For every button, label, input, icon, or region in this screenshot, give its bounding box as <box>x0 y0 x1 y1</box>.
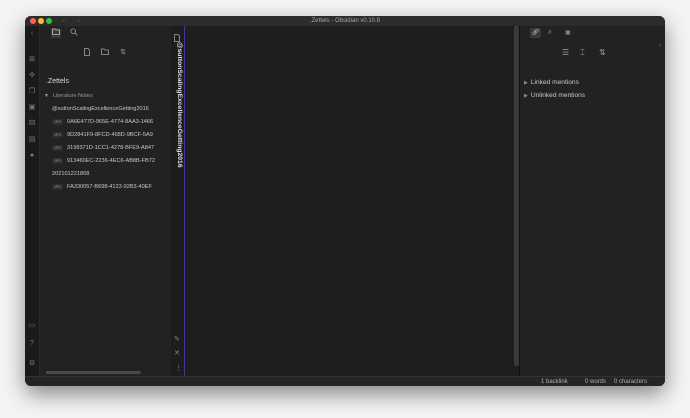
edit-pencil-icon[interactable]: ✎ <box>174 335 180 343</box>
vault-name: .Zettels <box>46 78 69 85</box>
linked-mentions-header[interactable]: ▶ Linked mentions <box>524 79 579 86</box>
app-window: ← → .Zettels - Obsidian v0.10.8 ‹ ⊞ ✣ ❒ … <box>25 16 665 386</box>
search-icon <box>70 28 78 36</box>
file-item[interactable]: JPG FA330057-B698-4123-92B3-40EF <box>52 182 171 192</box>
calendar-tab[interactable]: ▣ <box>565 28 571 38</box>
jpg-badge: JPG <box>52 144 63 151</box>
editor-area[interactable] <box>185 26 516 376</box>
list-icon: ☰ <box>562 48 570 57</box>
hash-icon: # <box>548 30 552 36</box>
daily-note-icon[interactable]: ▣ <box>28 104 36 112</box>
folder-literature-notes[interactable]: ▼ Literature Notes <box>44 91 93 101</box>
status-bar: 1 backlink 0 words 0 characters <box>25 376 665 386</box>
status-character-count: 0 characters <box>614 379 648 385</box>
jpg-badge: JPG <box>52 131 63 138</box>
jpg-badge: JPG <box>52 118 63 125</box>
jpg-badge: JPG <box>52 157 63 164</box>
sort-icon: ⇅ <box>120 49 126 56</box>
unlinked-mentions-header[interactable]: ▶ Unlinked mentions <box>524 92 585 99</box>
sort-icon: ⇅ <box>599 48 606 57</box>
file-item[interactable]: JPG 0A6E477D-965E-4774-8AA3-1466 <box>52 117 171 127</box>
link-icon: 🔗︎ <box>531 30 540 36</box>
file-explorer-tab[interactable] <box>51 28 61 38</box>
file-item[interactable]: 202101221808 <box>52 169 171 179</box>
help-icon[interactable]: ? <box>28 340 36 348</box>
new-folder-button[interactable] <box>100 48 110 58</box>
file-item[interactable]: @suttonScalingExcellenceGetting2016 <box>52 104 171 114</box>
collapse-results-button[interactable]: ☰ <box>562 48 569 57</box>
title-bar: ← → .Zettels - Obsidian v0.10.8 <box>25 16 665 26</box>
new-note-icon <box>84 48 90 56</box>
file-item[interactable]: JPG 3198371D-1CC1-4278-BFE9-A847 <box>52 143 171 153</box>
folder-icon <box>52 28 60 35</box>
new-folder-icon <box>101 48 109 55</box>
file-explorer-sidebar: ⇅ .Zettels ▼ Literature Notes @suttonScal… <box>40 26 172 376</box>
file-item[interactable]: JPG 9D2841F9-8FCD-468D-9BCF-5A9 <box>52 130 171 140</box>
left-ribbon: ‹ ⊞ ✣ ❒ ▣ ⚄ ▤ ● ▭ ? ⚙ <box>25 26 40 376</box>
sidebar-horizontal-scrollbar[interactable] <box>46 371 141 374</box>
more-options-icon[interactable]: ⋮ <box>175 364 182 372</box>
templates-icon[interactable]: ❒ <box>28 88 36 96</box>
folder-collapse-caret-icon: ▼ <box>44 93 49 99</box>
expand-caret-icon: ▶ <box>524 93 528 99</box>
settings-gear-icon[interactable]: ⚙ <box>28 360 36 368</box>
calendar-icon: ▣ <box>565 30 571 36</box>
collapse-left-icon[interactable]: ‹ <box>28 30 36 38</box>
status-word-count: 0 words <box>585 379 607 385</box>
status-backlinks[interactable]: 1 backlink <box>541 377 568 386</box>
new-note-button[interactable] <box>82 48 92 58</box>
collapse-right-icon[interactable]: › <box>659 42 661 49</box>
tags-tab[interactable]: # <box>548 28 551 38</box>
graph-view-icon[interactable]: ✣ <box>28 72 36 80</box>
close-pane-icon[interactable]: ✕ <box>174 349 180 357</box>
show-context-button[interactable]: ⌶ <box>580 48 585 58</box>
jpg-badge: JPG <box>52 183 63 190</box>
search-tab[interactable] <box>69 28 79 38</box>
expand-caret-icon: ▶ <box>524 80 528 86</box>
calendar-icon[interactable]: ▤ <box>28 136 36 144</box>
window-title: .Zettels - Obsidian v0.10.8 <box>309 18 381 24</box>
backlinks-panel: 🔗︎ # ▣ › ☰ ⌶ ⇅ ▶ Linked mentions ▶ Unlinke… <box>519 26 665 376</box>
file-item[interactable]: JPG 913460EC-2236-4EC6-AB8B-FB72 <box>52 156 171 166</box>
open-quick-switcher-icon[interactable]: ⊞ <box>28 56 36 64</box>
open-vault-icon[interactable]: ▭ <box>28 322 36 330</box>
sort-backlinks-button[interactable]: ⇅ <box>599 48 606 57</box>
text-cursor-icon: ⌶ <box>580 48 585 57</box>
sort-button[interactable]: ⇅ <box>118 48 128 58</box>
microphone-icon[interactable]: ● <box>28 152 36 160</box>
backlinks-tab[interactable]: 🔗︎ <box>530 28 541 38</box>
pane-header-strip: @suttonScalingExcellenceGetting2016 ✎ ✕ … <box>171 26 185 376</box>
pane-title[interactable]: @suttonScalingExcellenceGetting2016 <box>172 42 183 202</box>
random-note-icon[interactable]: ⚄ <box>28 120 36 128</box>
